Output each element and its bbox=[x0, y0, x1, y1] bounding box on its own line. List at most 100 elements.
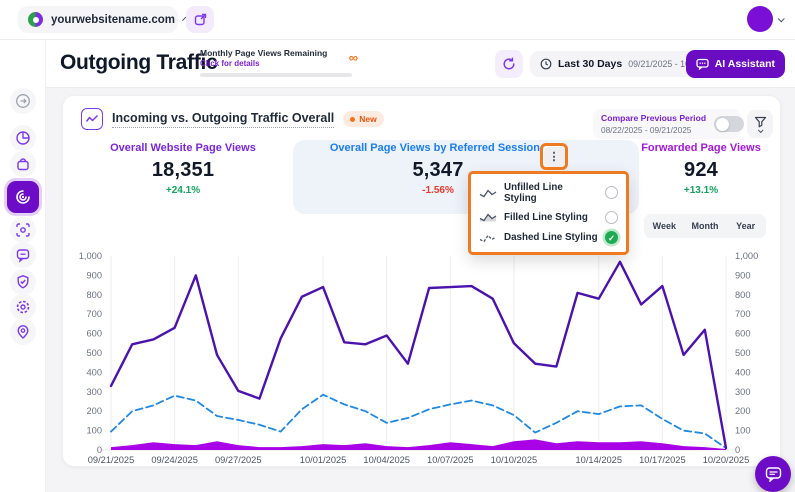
sidebar-item-tracking[interactable] bbox=[10, 217, 36, 243]
chat-bubble-icon bbox=[15, 247, 31, 263]
svg-text:900: 900 bbox=[735, 270, 751, 280]
top-bar: yourwebsitename.com bbox=[0, 0, 795, 40]
svg-text:800: 800 bbox=[86, 290, 102, 300]
svg-text:500: 500 bbox=[86, 348, 102, 358]
svg-text:200: 200 bbox=[735, 406, 751, 416]
quota-progress-bar bbox=[200, 73, 352, 77]
svg-text:10/01/2025: 10/01/2025 bbox=[300, 455, 347, 465]
check-icon: ✓ bbox=[608, 234, 615, 243]
line-styling-menu-button[interactable]: ⋮ bbox=[544, 147, 565, 167]
svg-text:200: 200 bbox=[86, 406, 102, 416]
location-pin-icon bbox=[15, 324, 31, 340]
sidebar-expand-button[interactable] bbox=[10, 88, 36, 114]
range-preset-label: Last 30 Days bbox=[558, 58, 622, 70]
menu-item-unfilled-line-styling[interactable]: Unfilled Line Styling bbox=[479, 182, 618, 204]
svg-text:1,000: 1,000 bbox=[735, 251, 758, 261]
site-logo-icon bbox=[28, 12, 43, 27]
svg-text:10/20/2025: 10/20/2025 bbox=[703, 455, 750, 465]
svg-text:600: 600 bbox=[735, 329, 751, 339]
filter-button[interactable] bbox=[747, 110, 773, 138]
site-domain-label: yourwebsitename.com bbox=[51, 14, 175, 26]
svg-text:900: 900 bbox=[86, 270, 102, 280]
line-chart: 09/21/2025 09/24/2025 09/27/2025 10/01/2025… bbox=[63, 246, 782, 468]
infinity-icon: ∞ bbox=[349, 50, 358, 65]
page-header: Outgoing Traffic Monthly Page Views Rema… bbox=[46, 40, 795, 88]
svg-text:800: 800 bbox=[735, 290, 751, 300]
outgoing-traffic-icon bbox=[14, 188, 32, 206]
svg-text:10/07/2025: 10/07/2025 bbox=[427, 455, 474, 465]
radio-unselected[interactable] bbox=[605, 211, 618, 224]
quota-details-link[interactable]: Click for details bbox=[200, 59, 358, 68]
svg-text:700: 700 bbox=[735, 309, 751, 319]
compare-toggle[interactable] bbox=[714, 116, 744, 132]
tab-year[interactable]: Year bbox=[725, 221, 766, 231]
sidebar-item-outgoing-traffic[interactable] bbox=[7, 181, 39, 213]
dashed-line-icon bbox=[479, 233, 497, 243]
radio-selected[interactable]: ✓ bbox=[605, 231, 618, 244]
svg-text:10/17/2025: 10/17/2025 bbox=[639, 455, 686, 465]
card-title: Incoming vs. Outgoing Traffic Overall bbox=[112, 111, 334, 128]
orange-dot-icon bbox=[350, 117, 355, 122]
svg-text:300: 300 bbox=[86, 387, 102, 397]
sidebar-item-products[interactable] bbox=[10, 151, 36, 177]
sidebar-item-analytics[interactable] bbox=[10, 125, 36, 151]
svg-text:1,000: 1,000 bbox=[79, 251, 102, 261]
sidebar-item-location[interactable] bbox=[10, 319, 36, 345]
compare-label: Compare Previous Period bbox=[601, 113, 706, 123]
chart-badge-icon[interactable] bbox=[81, 108, 103, 130]
line-styling-menu: Unfilled Line Styling Filled Line Stylin… bbox=[468, 171, 629, 255]
chevron-down-icon bbox=[778, 15, 785, 22]
refresh-button[interactable] bbox=[495, 50, 523, 78]
svg-text:100: 100 bbox=[735, 426, 751, 436]
filled-line-icon bbox=[479, 212, 497, 222]
scan-target-icon bbox=[15, 222, 31, 238]
sparkline-icon bbox=[85, 113, 99, 125]
shield-check-icon bbox=[15, 274, 31, 290]
svg-text:09/27/2025: 09/27/2025 bbox=[215, 455, 262, 465]
shopping-bag-icon bbox=[15, 156, 31, 172]
menu-item-filled-line-styling[interactable]: Filled Line Styling bbox=[479, 211, 618, 224]
compare-previous-period: Compare Previous Period 08/22/2025 - 09/… bbox=[593, 109, 741, 139]
card-header: Incoming vs. Outgoing Traffic Overall Ne… bbox=[81, 108, 384, 130]
svg-text:700: 700 bbox=[86, 309, 102, 319]
site-selector[interactable]: yourwebsitename.com bbox=[18, 6, 178, 33]
tab-month[interactable]: Month bbox=[685, 221, 726, 231]
svg-text:500: 500 bbox=[735, 348, 751, 358]
sidebar-item-security[interactable] bbox=[10, 269, 36, 295]
svg-text:600: 600 bbox=[86, 329, 102, 339]
user-menu[interactable] bbox=[747, 6, 783, 32]
clock-icon bbox=[540, 58, 552, 70]
delta-up: +24.1% bbox=[83, 185, 283, 196]
open-site-button[interactable] bbox=[186, 6, 214, 33]
svg-text:400: 400 bbox=[86, 367, 102, 377]
chat-bubble-icon bbox=[765, 466, 782, 482]
avatar bbox=[747, 6, 773, 32]
refresh-icon bbox=[502, 57, 516, 71]
traffic-overview-card: Incoming vs. Outgoing Traffic Overall Ne… bbox=[62, 95, 781, 467]
svg-text:0: 0 bbox=[735, 445, 740, 455]
svg-text:09/24/2025: 09/24/2025 bbox=[151, 455, 198, 465]
svg-text:400: 400 bbox=[735, 367, 751, 377]
expand-panel-icon bbox=[15, 93, 31, 109]
tab-week[interactable]: Week bbox=[644, 221, 685, 231]
svg-text:300: 300 bbox=[735, 387, 751, 397]
ai-assistant-button[interactable]: AI Assistant bbox=[686, 50, 785, 78]
svg-text:100: 100 bbox=[86, 426, 102, 436]
gear-icon bbox=[15, 299, 31, 315]
traffic-chart[interactable]: 09/21/2025 09/24/2025 09/27/2025 10/01/2025… bbox=[63, 246, 782, 468]
stat-overall-website-page-views: Overall Website Page Views 18,351 +24.1% bbox=[83, 142, 283, 196]
ai-chat-icon bbox=[696, 58, 709, 70]
chevron-down-icon bbox=[758, 127, 764, 133]
unfilled-line-icon bbox=[479, 188, 497, 198]
support-chat-button[interactable] bbox=[755, 456, 791, 492]
menu-item-dashed-line-styling[interactable]: Dashed Line Styling ✓ bbox=[479, 231, 618, 244]
funnel-icon bbox=[754, 116, 767, 128]
radio-unselected[interactable] bbox=[605, 186, 618, 199]
sidebar-item-settings[interactable] bbox=[10, 294, 36, 320]
granularity-tabs: Week Month Year bbox=[644, 214, 766, 238]
delta-up: +13.1% bbox=[641, 185, 761, 196]
ai-assistant-label: AI Assistant bbox=[715, 58, 775, 70]
sidebar-item-messages[interactable] bbox=[10, 242, 36, 268]
svg-text:09/21/2025: 09/21/2025 bbox=[88, 455, 135, 465]
dashboard-root: yourwebsitename.com bbox=[0, 0, 795, 492]
